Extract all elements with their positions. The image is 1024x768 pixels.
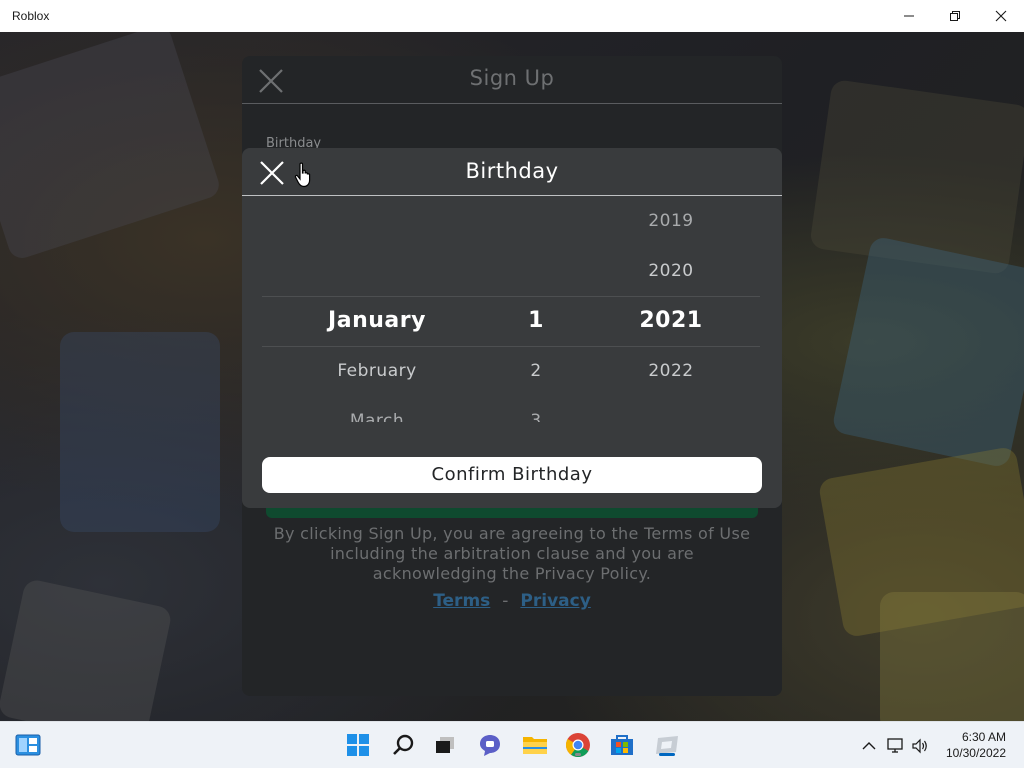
widgets-button[interactable] bbox=[14, 731, 42, 759]
year-option[interactable]: 2019 bbox=[621, 200, 721, 246]
window-title: Roblox bbox=[12, 9, 50, 23]
chat-button[interactable] bbox=[476, 731, 504, 759]
link-separator: - bbox=[502, 591, 509, 611]
widgets-icon bbox=[15, 734, 41, 756]
signup-title: Sign Up bbox=[469, 66, 555, 90]
confirm-birthday-button[interactable]: Confirm Birthday bbox=[262, 457, 762, 493]
chat-icon bbox=[480, 735, 500, 756]
minimize-button[interactable] bbox=[886, 0, 932, 32]
day-option[interactable]: 2 bbox=[486, 346, 586, 396]
legal-text: By clicking Sign Up, you are agreeing to… bbox=[273, 524, 751, 583]
day-wheel[interactable]: 1 2 3 bbox=[486, 200, 586, 422]
month-option[interactable]: January bbox=[287, 296, 467, 346]
system-tray bbox=[858, 722, 932, 768]
year-option[interactable]: 2020 bbox=[621, 246, 721, 296]
taskbar: 6:30 AM 10/30/2022 bbox=[0, 721, 1024, 768]
running-indicator bbox=[575, 753, 581, 756]
search-button[interactable] bbox=[389, 731, 417, 759]
clock-time: 6:30 AM bbox=[961, 730, 1006, 744]
hand-cursor-icon bbox=[294, 162, 311, 188]
store-button[interactable] bbox=[608, 731, 636, 759]
show-hidden-icons-button[interactable] bbox=[858, 735, 880, 757]
picker-header: Birthday bbox=[242, 148, 782, 196]
signup-header: Sign Up bbox=[242, 56, 782, 104]
minimize-icon bbox=[904, 15, 914, 17]
clock[interactable]: 6:30 AM 10/30/2022 bbox=[946, 729, 1006, 761]
file-explorer-icon bbox=[523, 737, 547, 754]
privacy-link[interactable]: Privacy bbox=[520, 591, 590, 611]
chrome-button[interactable] bbox=[564, 731, 592, 759]
clock-date: 10/30/2022 bbox=[945, 746, 1006, 760]
year-wheel[interactable]: 2019 2020 2021 2022 bbox=[621, 200, 721, 422]
store-icon bbox=[611, 735, 633, 755]
terms-link[interactable]: Terms bbox=[433, 591, 490, 611]
day-option[interactable]: 1 bbox=[486, 296, 586, 346]
close-icon bbox=[995, 10, 1007, 22]
volume-icon bbox=[912, 738, 927, 753]
task-view-button[interactable] bbox=[431, 731, 459, 759]
active-indicator bbox=[659, 753, 675, 756]
picker-title: Birthday bbox=[465, 159, 559, 183]
task-view-icon bbox=[436, 737, 454, 753]
start-button[interactable] bbox=[344, 731, 372, 759]
network-icon bbox=[887, 737, 903, 753]
year-option[interactable]: 2021 bbox=[621, 296, 721, 346]
start-icon bbox=[347, 734, 369, 756]
day-option[interactable]: 3 bbox=[486, 396, 586, 422]
month-option[interactable]: February bbox=[287, 346, 467, 396]
year-option[interactable]: 2022 bbox=[621, 346, 721, 396]
volume-button[interactable] bbox=[908, 735, 932, 757]
network-button[interactable] bbox=[884, 735, 908, 757]
legal-links: Terms - Privacy bbox=[242, 591, 782, 611]
date-wheel: January February March 1 2 3 2019 2020 2… bbox=[262, 200, 760, 422]
restore-button[interactable] bbox=[932, 0, 978, 32]
month-wheel[interactable]: January February March bbox=[287, 200, 467, 422]
close-window-button[interactable] bbox=[978, 0, 1024, 32]
search-icon bbox=[393, 734, 414, 755]
window-titlebar: Roblox bbox=[0, 0, 1024, 32]
file-explorer-button[interactable] bbox=[521, 731, 549, 759]
roblox-button[interactable] bbox=[653, 731, 681, 759]
month-option[interactable]: March bbox=[287, 396, 467, 422]
chevron-up-icon bbox=[862, 741, 876, 749]
restore-icon bbox=[950, 11, 960, 21]
birthday-picker-modal: Birthday January February March 1 2 3 20… bbox=[242, 148, 782, 508]
